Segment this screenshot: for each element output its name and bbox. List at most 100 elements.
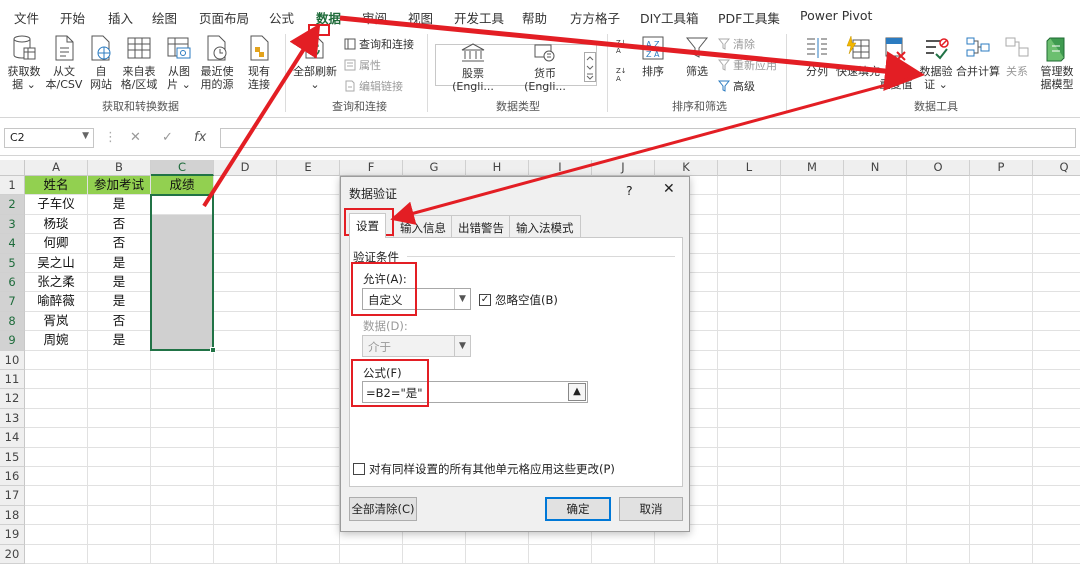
tab-view[interactable]: 视图 — [408, 8, 433, 27]
tab-help[interactable]: 帮助 — [522, 8, 547, 27]
tab-page-layout[interactable]: 页面布局 — [199, 8, 249, 27]
column-header-l[interactable]: L — [718, 160, 781, 176]
table-cell[interactable]: 周婉 — [25, 331, 87, 349]
help-icon[interactable]: ? — [626, 183, 633, 198]
column-header-p[interactable]: P — [970, 160, 1033, 176]
row-header-7[interactable]: 7 — [0, 292, 25, 312]
allow-select[interactable]: 自定义 ▼ — [362, 288, 471, 310]
column-header-q[interactable]: Q — [1033, 160, 1080, 176]
currency-datatype-button[interactable]: 货币 (Engli... — [512, 42, 578, 93]
clear-filter-button[interactable]: 清除 — [718, 36, 755, 52]
text-to-columns-button[interactable]: 分列 — [802, 34, 832, 78]
refresh-all-button[interactable]: 全部刷新 ⌄ — [290, 34, 340, 91]
enter-icon[interactable]: ✓ — [162, 130, 173, 145]
column-header-h[interactable]: H — [466, 160, 529, 176]
datatype-gallery-scroll[interactable] — [584, 52, 596, 82]
table-cell[interactable]: 何卿 — [25, 234, 87, 252]
row-header-17[interactable]: 17 — [0, 486, 25, 506]
header-cell[interactable]: 成绩 — [151, 176, 213, 195]
table-cell[interactable]: 否 — [88, 234, 150, 252]
column-header-k[interactable]: K — [655, 160, 718, 176]
tab-settings[interactable]: 设置 — [349, 213, 386, 238]
column-header-c[interactable]: C — [151, 160, 214, 176]
formula-input[interactable] — [220, 128, 1076, 148]
table-cell[interactable]: 胥岚 — [25, 312, 87, 330]
reapply-filter-button[interactable]: 重新应用 — [718, 57, 777, 73]
name-box[interactable]: C2 ▼ — [4, 128, 94, 148]
edit-links-button[interactable]: 编辑链接 — [344, 78, 403, 94]
cancel-icon[interactable]: ✕ — [130, 130, 141, 145]
flash-fill-button[interactable]: 快速填充 — [836, 34, 880, 78]
consolidate-button[interactable]: 合并计算 — [956, 34, 1000, 78]
existing-connections-button[interactable]: 现有 连接 — [242, 34, 276, 91]
formula-input-field[interactable]: =B2="是" ▲ — [362, 381, 588, 403]
table-cell[interactable]: 子车仪 — [25, 195, 87, 213]
tab-file[interactable]: 文件 — [14, 8, 39, 27]
column-header-m[interactable]: M — [781, 160, 844, 176]
cancel-button[interactable]: 取消 — [619, 497, 683, 521]
table-cell[interactable]: 是 — [88, 254, 150, 272]
row-header-14[interactable]: 14 — [0, 428, 25, 448]
row-header-6[interactable]: 6 — [0, 273, 25, 293]
row-header-12[interactable]: 12 — [0, 389, 25, 409]
tab-developer[interactable]: 开发工具 — [454, 8, 504, 27]
column-header-o[interactable]: O — [907, 160, 970, 176]
row-header-11[interactable]: 11 — [0, 370, 25, 390]
row-header-9[interactable]: 9 — [0, 331, 25, 351]
chevron-down-icon[interactable]: ▼ — [454, 336, 470, 356]
column-header-n[interactable]: N — [844, 160, 907, 176]
from-csv-button[interactable]: 从文 本/CSV — [44, 34, 84, 91]
sort-ascending-button[interactable]: Z↓ A — [616, 38, 632, 54]
column-header-g[interactable]: G — [403, 160, 466, 176]
ok-button[interactable]: 确定 — [545, 497, 611, 521]
advanced-filter-button[interactable]: 高级 — [718, 78, 755, 94]
row-header-18[interactable]: 18 — [0, 505, 25, 526]
row-header-8[interactable]: 8 — [0, 311, 25, 332]
tab-fangfang[interactable]: 方方格子 — [570, 8, 620, 27]
chevron-down-icon[interactable]: ▼ — [82, 131, 89, 141]
column-header-a[interactable]: A — [25, 160, 88, 176]
row-header-13[interactable]: 13 — [0, 408, 25, 429]
header-cell[interactable]: 参加考试 — [88, 176, 150, 195]
table-cell[interactable]: 否 — [88, 215, 150, 233]
row-header-2[interactable]: 2 — [0, 195, 25, 215]
tab-input-message[interactable]: 输入信息 — [393, 215, 453, 237]
header-cell[interactable]: 姓名 — [25, 176, 87, 195]
data-select[interactable]: 介于 ▼ — [362, 335, 471, 357]
clear-all-button[interactable]: 全部清除(C) — [349, 497, 417, 521]
remove-duplicates-button[interactable]: 删除 重复值 — [876, 34, 916, 91]
row-header-20[interactable]: 20 — [0, 544, 25, 564]
queries-connections-button[interactable]: 查询和连接 — [344, 36, 414, 52]
tab-ime-mode[interactable]: 输入法模式 — [509, 215, 581, 237]
from-table-button[interactable]: 来自表 格/区域 — [118, 34, 160, 91]
tab-home[interactable]: 开始 — [60, 8, 85, 27]
table-cell[interactable]: 是 — [88, 195, 150, 213]
column-header-f[interactable]: F — [340, 160, 403, 176]
stocks-datatype-button[interactable]: 股票 (Engli... — [440, 42, 506, 93]
tab-error-alert[interactable]: 出错警告 — [451, 215, 511, 237]
filter-button[interactable]: 筛选 — [682, 34, 712, 78]
column-header-i[interactable]: I — [529, 160, 592, 176]
get-data-button[interactable]: 获取数据 ⌄ — [4, 34, 44, 91]
collapse-dialog-icon[interactable]: ▲ — [568, 383, 586, 401]
table-cell[interactable]: 是 — [88, 292, 150, 310]
insert-function-icon[interactable]: fx — [194, 130, 206, 145]
sort-descending-button[interactable]: Z↓ A — [616, 66, 632, 82]
tab-data[interactable]: 数据 — [316, 8, 342, 33]
row-header-3[interactable]: 3 — [0, 214, 25, 235]
fill-handle[interactable] — [210, 346, 216, 353]
properties-button[interactable]: 属性 — [344, 57, 381, 73]
from-web-button[interactable]: 自网站 — [86, 34, 116, 91]
row-header-1[interactable]: 1 — [0, 176, 25, 196]
table-cell[interactable]: 是 — [88, 273, 150, 291]
tab-pdf-tools[interactable]: PDF工具集 — [718, 8, 780, 27]
row-header-10[interactable]: 10 — [0, 350, 25, 370]
select-all-corner[interactable] — [0, 160, 25, 176]
table-cell[interactable]: 吴之山 — [25, 254, 87, 272]
row-header-19[interactable]: 19 — [0, 525, 25, 545]
from-picture-button[interactable]: 从图片 ⌄ — [162, 34, 196, 91]
tab-draw[interactable]: 绘图 — [152, 8, 177, 27]
table-cell[interactable]: 喻醉薇 — [25, 292, 87, 310]
table-cell[interactable]: 否 — [88, 312, 150, 330]
row-header-4[interactable]: 4 — [0, 234, 25, 254]
